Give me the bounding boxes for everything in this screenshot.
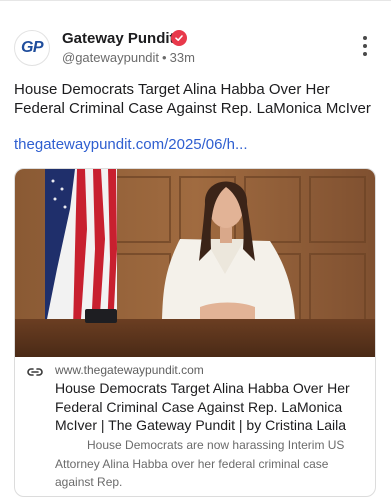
card-image[interactable] [15,169,376,357]
post-link[interactable]: thegatewaypundit.com/2025/06/h... [14,136,248,153]
card-domain: www.thegatewaypundit.com [55,363,204,377]
author-name[interactable]: Gateway Pundit [62,30,175,47]
top-divider [0,0,391,1]
avatar[interactable]: GP [14,30,50,66]
card-title[interactable]: House Democrats Target Alina Habba Over … [55,379,367,435]
author-handle-line: @gatewaypundit • 33m [62,50,195,65]
link-preview-card[interactable]: www.thegatewaypundit.com House Democrats… [14,168,376,497]
avatar-logo-text: GP [20,39,44,56]
post-timestamp[interactable]: 33m [170,50,195,65]
link-icon [27,368,43,376]
more-vertical-icon[interactable] [358,36,372,56]
post-text: House Democrats Target Alina Habba Over … [14,81,371,117]
verified-badge-icon [171,30,187,46]
author-handle[interactable]: @gatewaypundit [62,50,159,65]
separator-dot: • [162,50,167,65]
card-description: House Democrats are now harassing Interi… [55,438,345,489]
card-meta[interactable]: www.thegatewaypundit.com House Democrats… [15,357,375,496]
